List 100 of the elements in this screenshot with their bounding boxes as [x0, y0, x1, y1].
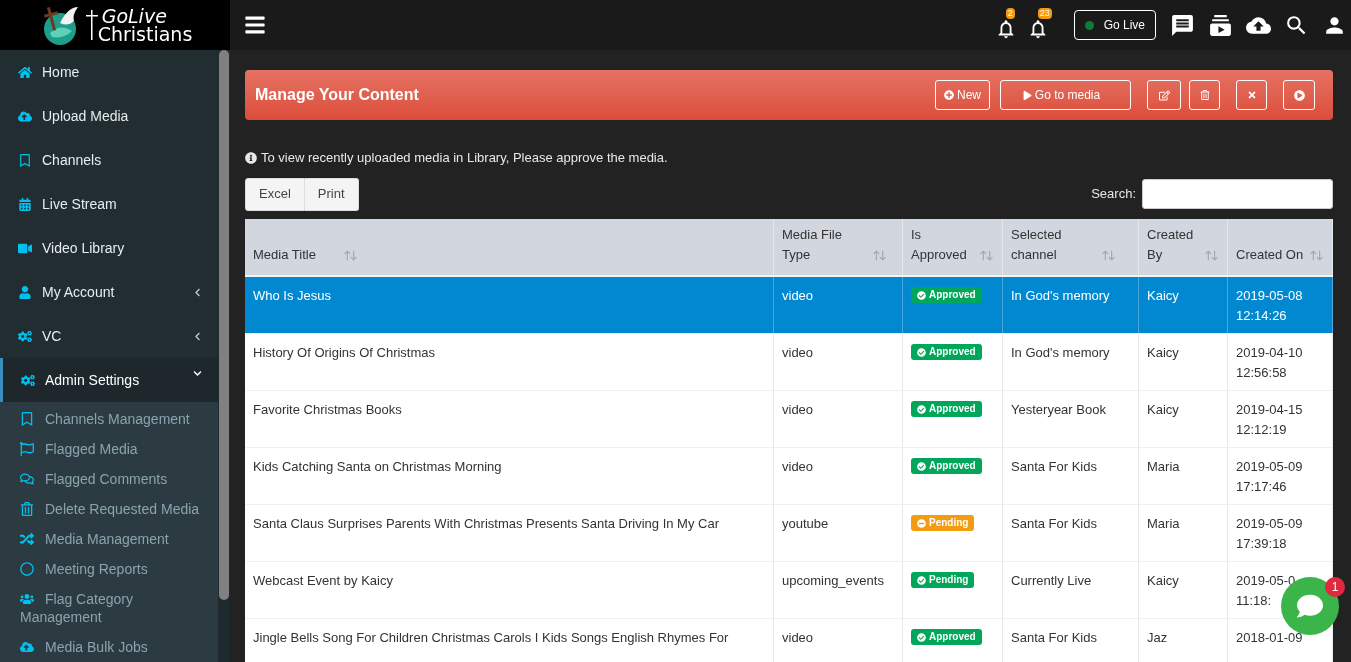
submenu-item[interactable]: Flagged Media — [0, 434, 218, 464]
table-cell: video — [774, 447, 903, 504]
column-header[interactable]: Created On — [1228, 218, 1333, 275]
sidebar-item[interactable]: Upload Media — [0, 94, 218, 138]
delete-button[interactable] — [1189, 80, 1220, 110]
submenu-item[interactable]: Flagged Comments — [0, 464, 218, 494]
submenu-item[interactable]: Channels Management — [0, 404, 218, 434]
submenu-item[interactable]: Media Management — [0, 524, 218, 554]
search-field[interactable] — [1142, 179, 1333, 209]
sidebar-item[interactable]: Home — [0, 50, 218, 94]
trash-icon — [1199, 90, 1210, 100]
bookmark-icon — [18, 153, 32, 167]
info-icon — [245, 151, 257, 164]
status-badge: Pending — [911, 515, 975, 531]
message-icon[interactable] — [1170, 12, 1195, 38]
video-camera-icon — [18, 241, 32, 255]
date-text: 2019-04-15 — [1236, 400, 1303, 419]
time-text: 17:39:18 — [1236, 534, 1287, 553]
trash-icon — [20, 501, 34, 516]
edit-icon — [1158, 89, 1170, 101]
edit-button[interactable] — [1147, 80, 1181, 110]
sidebar-item[interactable]: Channels — [0, 138, 218, 182]
status-badge: Pending — [911, 572, 975, 588]
table-row[interactable]: Kids Catching Santa on Christmas Morning video Approved Santa For Kids Maria 2019-05-09 17:17:46 — [245, 447, 1333, 505]
go-live-button[interactable]: Go Live — [1073, 10, 1156, 40]
column-header[interactable]: Selected channel — [1003, 218, 1139, 275]
table-cell: video — [774, 618, 903, 662]
logo-text: GoLive — [101, 7, 167, 25]
table-cell: Webcast Event by Kaicy — [245, 561, 774, 618]
home-icon — [18, 65, 32, 79]
submenu-item[interactable]: Delete Requested Media — [0, 494, 218, 524]
play-icon — [1022, 90, 1032, 100]
submenu-item[interactable]: Meeting Reports — [0, 554, 218, 584]
sidebar-item[interactable]: Video Library — [0, 226, 218, 270]
gears-icon — [18, 329, 32, 343]
column-header[interactable]: Media Title — [245, 218, 774, 275]
table-row[interactable]: Who Is Jesus video Approved In God's memory Kaicy 2019-05-08 12:14:26 — [245, 276, 1333, 334]
table-cell: Kaicy — [1139, 561, 1228, 618]
comments-icon — [20, 471, 34, 486]
status-badge: Approved — [911, 287, 982, 303]
bookmark-icon — [20, 411, 34, 426]
table-cell: upcoming_events — [774, 561, 903, 618]
go-to-media-button[interactable]: Go to media — [1000, 80, 1131, 110]
panel-title: Manage Your Content — [255, 85, 420, 105]
sidebar-item[interactable]: Admin Settings — [0, 358, 218, 402]
column-header[interactable]: Media File Type — [774, 218, 903, 275]
table-cell: In God's memory — [1003, 333, 1139, 390]
sidebar-item[interactable]: Live Stream — [0, 182, 218, 226]
export-button[interactable]: Print — [304, 177, 359, 211]
status-badge: Approved — [911, 344, 982, 360]
notification-count: 23 — [1037, 8, 1052, 19]
sidebar-item[interactable]: VC — [0, 314, 218, 358]
table-cell: Yesteryear Book — [1003, 390, 1139, 447]
cross-icon — [85, 10, 98, 40]
close-button[interactable] — [1236, 80, 1267, 110]
sidebar-item[interactable]: My Account — [0, 270, 218, 314]
menu-icon[interactable] — [244, 14, 266, 36]
gears-icon — [21, 373, 35, 387]
search-label: Search: — [1091, 185, 1136, 204]
table-row[interactable]: Santa Claus Surprises Parents With Christmas Presents Santa Driving In My Car youtube Pending Santa For Kids Maria 2019-05-09 17:39:18 — [245, 504, 1333, 562]
play-button[interactable] — [1283, 80, 1315, 110]
chat-unread-count: 1 — [1325, 577, 1345, 597]
notification-count: 2 — [1005, 8, 1015, 19]
export-button[interactable]: Excel — [245, 177, 305, 211]
time-text: 12:14:26 — [1236, 306, 1287, 325]
time-text: 12:56:58 — [1236, 363, 1287, 382]
status-badge: Approved — [911, 401, 982, 417]
table-cell: Currently Live — [1003, 561, 1139, 618]
date-text: 2019-05-09 — [1236, 514, 1303, 533]
chat-bubble-icon — [1297, 593, 1323, 619]
date-text: 2019-05-08 — [1236, 286, 1303, 305]
status-badge: Approved — [911, 629, 982, 645]
date-text: 2019-05-09 — [1236, 457, 1303, 476]
time-text: 12:12:19 — [1236, 420, 1287, 439]
table-cell: History Of Origins Of Christmas — [245, 333, 774, 390]
table-cell: Favorite Christmas Books — [245, 390, 774, 447]
table-row[interactable]: History Of Origins Of Christmas video Approved In God's memory Kaicy 2019-04-10 12:56:58 — [245, 333, 1333, 391]
table-cell: Santa For Kids — [1003, 618, 1139, 662]
media-playlist-icon[interactable] — [1208, 12, 1233, 38]
submenu-item[interactable]: Flag Category Management — [0, 584, 218, 632]
new-button[interactable]: New — [935, 80, 990, 110]
table-cell: video — [774, 276, 903, 333]
table-cell: Maria — [1139, 504, 1228, 561]
table-row[interactable]: Webcast Event by Kaicy upcoming_events Pending Currently Live Kaicy 2019-05-0 11:18: — [245, 561, 1333, 619]
table-cell: Jingle Bells Song For Children Christmas Carols I Kids Songs English Rhymes For — [245, 618, 774, 662]
cloud-upload-icon — [20, 639, 34, 654]
table-cell: Who Is Jesus — [245, 276, 774, 333]
table-row[interactable]: Favorite Christmas Books video Approved Yesteryear Book Kaicy 2019-04-15 12:12:19 — [245, 390, 1333, 448]
column-header[interactable]: Is Approved — [903, 218, 1003, 275]
date-text: 2019-05-0 — [1236, 571, 1296, 590]
table-cell: Santa Claus Surprises Parents With Christmas Presents Santa Driving In My Car — [245, 504, 774, 561]
sort-icon — [1101, 247, 1116, 263]
time-text: 17:17:46 — [1236, 477, 1287, 496]
cloud-upload-icon — [18, 109, 32, 123]
status-badge: Approved — [911, 458, 982, 474]
sort-icon — [872, 247, 887, 263]
submenu-item[interactable]: Media Bulk Jobs — [0, 632, 218, 662]
column-header[interactable]: Created By — [1139, 218, 1228, 275]
date-text: 2019-04-10 — [1236, 343, 1303, 362]
table-cell: video — [774, 333, 903, 390]
